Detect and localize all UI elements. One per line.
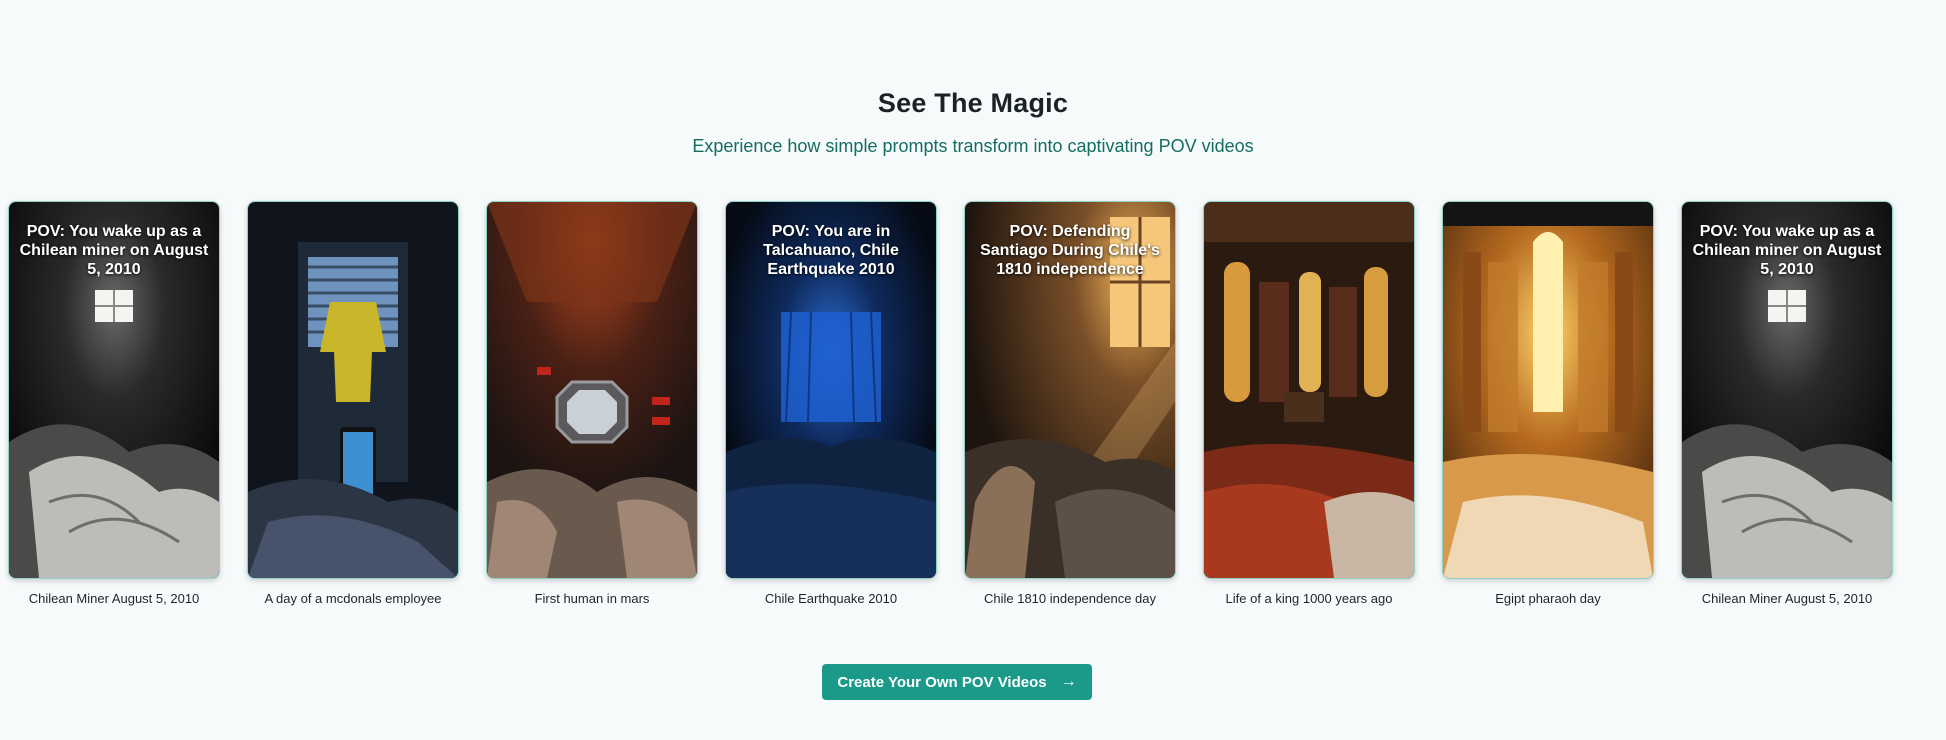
video-carousel: POV: You wake up as a Chilean miner on A… bbox=[8, 201, 1893, 606]
card-caption: Chilean Miner August 5, 2010 bbox=[28, 591, 200, 606]
king-scene-image bbox=[1204, 202, 1414, 578]
cta-label: Create Your Own POV Videos bbox=[837, 673, 1047, 691]
create-pov-videos-button[interactable]: Create Your Own POV Videos → bbox=[822, 664, 1092, 700]
video-thumbnail[interactable]: POV: Defending Santiago During Chile's 1… bbox=[964, 201, 1176, 579]
video-card-item[interactable]: POV: You are in Talcahuano, Chile Earthq… bbox=[725, 201, 937, 606]
card-overlay-text: POV: You wake up as a Chilean miner on A… bbox=[19, 223, 209, 278]
video-thumbnail[interactable]: POV: You wake up as a Chilean miner on A… bbox=[1681, 201, 1893, 579]
video-card-item[interactable]: First human in mars bbox=[486, 201, 698, 606]
card-overlay-text: POV: You wake up as a Chilean miner on A… bbox=[1692, 223, 1882, 278]
card-caption: Chile 1810 independence day bbox=[983, 591, 1157, 606]
video-thumbnail[interactable] bbox=[1203, 201, 1415, 579]
video-thumbnail[interactable] bbox=[247, 201, 459, 579]
card-caption: First human in mars bbox=[534, 591, 650, 606]
video-thumbnail[interactable]: POV: You are in Talcahuano, Chile Earthq… bbox=[725, 201, 937, 579]
mcdonalds-scene-image bbox=[248, 202, 458, 578]
video-card-item[interactable]: Egipt pharaoh day bbox=[1442, 201, 1654, 606]
section-subtitle: Experience how simple prompts transform … bbox=[692, 136, 1254, 156]
video-card-item[interactable]: Life of a king 1000 years ago bbox=[1203, 201, 1415, 606]
arrow-right-icon: → bbox=[1060, 673, 1077, 690]
card-caption: Life of a king 1000 years ago bbox=[1225, 591, 1393, 606]
video-thumbnail[interactable] bbox=[486, 201, 698, 579]
card-caption: Chile Earthquake 2010 bbox=[764, 591, 898, 606]
video-card-item[interactable]: POV: Defending Santiago During Chile's 1… bbox=[964, 201, 1176, 606]
card-caption: A day of a mcdonals employee bbox=[264, 591, 442, 606]
video-card-item[interactable]: POV: You wake up as a Chilean miner on A… bbox=[8, 201, 220, 606]
card-caption: Chilean Miner August 5, 2010 bbox=[1701, 591, 1873, 606]
card-overlay-text: POV: Defending Santiago During Chile's 1… bbox=[980, 223, 1160, 278]
mars-scene-image bbox=[487, 202, 697, 578]
video-card-item[interactable]: A day of a mcdonals employee bbox=[247, 201, 459, 606]
card-overlay-text: POV: You are in Talcahuano, Chile Earthq… bbox=[763, 223, 899, 278]
section-title: See The Magic bbox=[877, 88, 1069, 118]
video-thumbnail[interactable] bbox=[1442, 201, 1654, 579]
video-thumbnail[interactable]: POV: You wake up as a Chilean miner on A… bbox=[8, 201, 220, 579]
pharaoh-scene-image bbox=[1443, 202, 1653, 578]
video-card-item[interactable]: POV: You wake up as a Chilean miner on A… bbox=[1681, 201, 1893, 606]
card-caption: Egipt pharaoh day bbox=[1495, 591, 1601, 606]
